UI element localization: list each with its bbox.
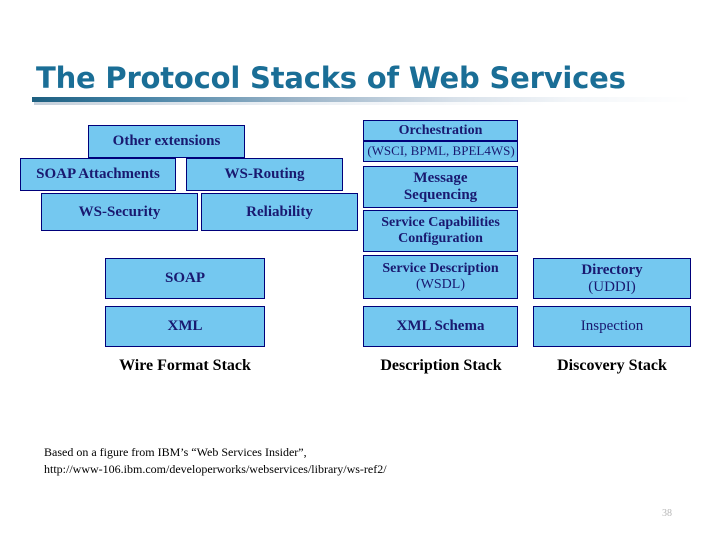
box-orchestration[interactable]: Orchestration [363,120,518,141]
box-label: XML Schema [396,318,485,335]
box-label-line1: Service Capabilities [381,215,500,231]
box-inspection[interactable]: Inspection [533,306,691,347]
box-label: Other extensions [112,133,221,150]
box-label-line2: (WSDL) [416,277,465,292]
caption-description-stack: Description Stack [380,357,502,374]
box-label-line1: Service Description [382,261,499,277]
box-ws-security[interactable]: WS-Security [41,193,198,231]
box-label-line2: Configuration [398,231,483,246]
box-directory-uddi[interactable]: Directory (UDDI) [533,258,691,299]
box-orchestration-sublabel: (WSCI, BPML, BPEL4WS) [367,143,515,158]
slide-canvas: The Protocol Stacks of Web Services Othe… [0,0,720,540]
box-service-capabilities-configuration[interactable]: Service Capabilities Configuration [363,210,518,252]
source-line-1: Based on a figure from IBM’s “Web Servic… [44,445,307,459]
caption-discovery-stack: Discovery Stack [557,357,667,374]
box-label: SOAP [164,270,205,287]
box-label: WS-Routing [224,166,305,183]
box-message-sequencing[interactable]: Message Sequencing [363,166,518,208]
source-line-2: http://www-106.ibm.com/developerworks/we… [44,462,387,476]
box-label: Inspection [580,318,644,335]
box-label: Message Sequencing [364,170,517,204]
box-label: Orchestration [398,122,483,138]
title-divider-shadow [34,102,694,105]
box-label: Service Description (WSDL) [364,261,517,292]
page-number: 38 [662,508,672,519]
box-label: WS-Security [78,203,161,220]
box-soap[interactable]: SOAP [105,258,265,299]
box-label: XML [167,318,203,335]
box-label: SOAP Attachments [36,166,160,183]
box-xml[interactable]: XML [105,306,265,347]
page-title: The Protocol Stacks of Web Services [36,61,626,95]
box-reliability[interactable]: Reliability [201,193,358,231]
box-ws-routing[interactable]: WS-Routing [186,158,343,191]
box-service-description-wsdl[interactable]: Service Description (WSDL) [363,255,518,299]
box-label: Directory (UDDI) [534,262,690,296]
box-label: Service Capabilities Configuration [364,215,517,246]
box-label-line2: (UDDI) [588,278,636,295]
source-attribution: Based on a figure from IBM’s “Web Servic… [44,444,644,478]
caption-wire-format-stack: Wire Format Stack [119,357,251,374]
box-label: Reliability [246,203,313,220]
box-other-extensions[interactable]: Other extensions [88,125,245,158]
box-label-line1: Message [413,170,468,187]
box-xml-schema[interactable]: XML Schema [363,306,518,347]
box-label-line2: Sequencing [403,187,478,203]
box-label-line1: Directory [581,261,643,278]
box-soap-attachments[interactable]: SOAP Attachments [20,158,176,191]
